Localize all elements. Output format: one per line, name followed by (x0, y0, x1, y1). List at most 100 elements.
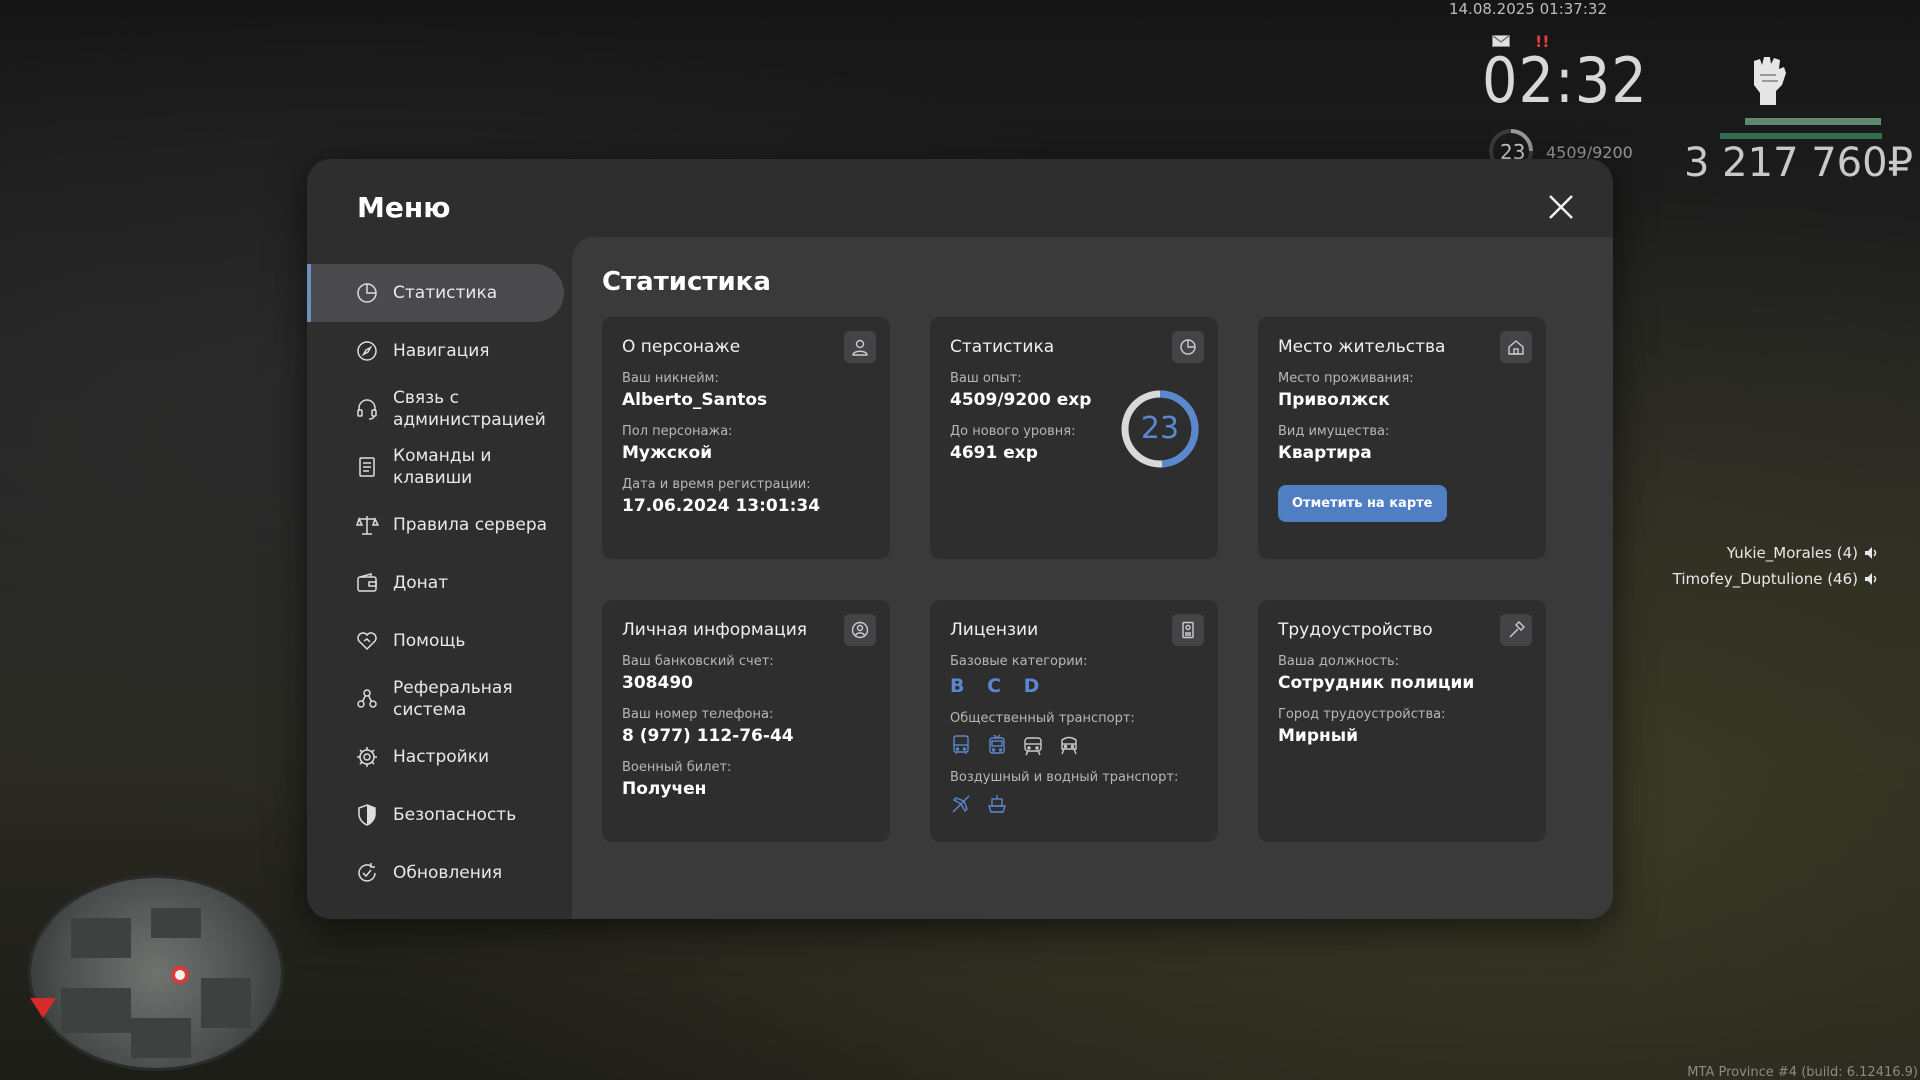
military-value: Получен (622, 779, 707, 799)
sidebar-item-navigation[interactable]: Навигация (307, 322, 572, 380)
sidebar-item-label: Статистика (393, 283, 498, 303)
user-circle-icon (851, 621, 869, 639)
trolleybus-icon (989, 734, 1005, 754)
sidebar-item-security[interactable]: Безопасность (307, 786, 572, 844)
card-title: О персонаже (622, 337, 741, 357)
air-water-transport-label: Воздушный и водный транспорт: (950, 770, 1179, 785)
player-name: Timofey_Duptulione (46) (1672, 570, 1858, 588)
chart-pie-icon (357, 283, 377, 303)
card-character: О персонаже Ваш никнейм: Alberto_Santos … (602, 317, 890, 559)
exp-label: Ваш опыт: (950, 371, 1022, 386)
card-icon-box (1172, 614, 1204, 646)
voice-player-row: Yukie_Morales (4) (1673, 540, 1880, 566)
armor-bar (1720, 133, 1882, 139)
card-personal-info: Личная информация Ваш банковский счет: 3… (602, 600, 890, 842)
wallet-icon (357, 573, 377, 592)
shield-icon (358, 804, 376, 826)
gear-icon (357, 747, 377, 767)
sidebar-item-settings[interactable]: Настройки (307, 728, 572, 786)
card-statistics: Статистика Ваш опыт: 4509/9200 exp До но… (930, 317, 1218, 559)
sidebar-item-label: Обновления (393, 863, 503, 883)
sidebar-item-label: Команды и клавиши (393, 446, 492, 488)
card-icon-box (844, 331, 876, 363)
health-bar (1745, 118, 1881, 125)
sidebar-item-label: Правила сервера (393, 515, 548, 535)
headset-icon (357, 399, 377, 420)
gender-value: Мужской (622, 443, 713, 463)
bus-icon (953, 735, 969, 754)
airplane-icon (952, 795, 970, 813)
sidebar-item-label: Реферальная система (393, 678, 513, 720)
property-label: Вид имущества: (1278, 424, 1390, 439)
hud-clock: 02:32 (1482, 44, 1648, 117)
card-residence: Место жительства Место проживания: Приво… (1258, 317, 1546, 559)
position-label: Ваша должность: (1278, 654, 1400, 669)
bank-value: 308490 (622, 673, 693, 693)
sidebar-item-label: Настройки (393, 747, 490, 767)
voice-player-row: Timofey_Duptulione (46) (1673, 566, 1880, 592)
military-label: Военный билет: (622, 760, 732, 775)
card-title: Лицензии (950, 620, 1039, 640)
chart-pie-icon (1180, 339, 1196, 355)
scales-icon (355, 516, 379, 535)
minimap (28, 875, 284, 1071)
level-number: 23 (1140, 411, 1180, 446)
nickname-label: Ваш никнейм: (622, 371, 719, 386)
mark-on-map-button[interactable]: Отметить на карте (1278, 485, 1447, 522)
sidebar-nav: Статистика Навигация Связь с администрац… (307, 264, 572, 902)
hud-money: 3 217 760₽ (1684, 140, 1914, 186)
sidebar-item-label: Донат (393, 573, 449, 593)
speaker-icon (1865, 573, 1877, 585)
sidebar-item-admin-contact[interactable]: Связь с администрацией (307, 380, 572, 438)
house-icon (1508, 340, 1524, 355)
referral-icon (357, 689, 377, 708)
player-marker-icon (171, 966, 189, 984)
gender-label: Пол персонажа: (622, 424, 733, 439)
close-icon[interactable] (1545, 191, 1577, 223)
phone-value: 8 (977) 112-76-44 (622, 726, 794, 746)
sidebar-item-statistics[interactable]: Статистика (307, 264, 564, 322)
heart-handshake-icon (357, 632, 377, 651)
card-icon-box (1500, 614, 1532, 646)
license-card-icon (1182, 621, 1194, 639)
sidebar-item-commands[interactable]: Команды и клавиши (307, 438, 572, 496)
bank-label: Ваш банковский счет: (622, 654, 774, 669)
compass-icon (357, 341, 377, 361)
card-icon-box (844, 614, 876, 646)
card-icon-box (1172, 331, 1204, 363)
sidebar-item-rules[interactable]: Правила сервера (307, 496, 572, 554)
card-icon-box (1500, 331, 1532, 363)
card-employment: Трудоустройство Ваша должность: Сотрудни… (1258, 600, 1546, 842)
sidebar-item-updates[interactable]: Обновления (307, 844, 572, 902)
boat-icon (988, 795, 1006, 813)
card-title: Трудоустройство (1278, 620, 1433, 640)
residence-label: Место проживания: (1278, 371, 1414, 386)
job-city-value: Мирный (1278, 726, 1359, 746)
document-icon (359, 457, 375, 477)
public-transport-icons (950, 734, 1198, 756)
train-icon (1061, 736, 1077, 755)
sidebar-item-help[interactable]: Помощь (307, 612, 572, 670)
sidebar-item-donate[interactable]: Донат (307, 554, 572, 612)
card-title: Место жительства (1278, 337, 1446, 357)
refresh-check-icon (358, 863, 376, 882)
menu-window: Меню Статистика Навигация Связь с админи… (307, 159, 1613, 919)
nickname-value: Alberto_Santos (622, 390, 768, 410)
tram-icon (1024, 737, 1042, 756)
fist-weapon-icon (1754, 57, 1786, 105)
registration-value: 17.06.2024 13:01:34 (622, 496, 821, 516)
sidebar-item-label: Помощь (393, 631, 466, 651)
sidebar-item-label: Навигация (393, 341, 490, 361)
base-categories-label: Базовые категории: (950, 654, 1088, 669)
card-title: Статистика (950, 337, 1055, 357)
sidebar-item-referral[interactable]: Реферальная система (307, 670, 572, 728)
property-value: Квартира (1278, 443, 1372, 463)
user-icon (852, 339, 868, 356)
server-build-label: MTA Province #4 (build: 6.12416.9) (1687, 1065, 1918, 1080)
voice-chat-list: Yukie_Morales (4) Timofey_Duptulione (46… (1673, 540, 1880, 592)
page-title: Статистика (602, 267, 771, 297)
menu-title: Меню (357, 191, 451, 224)
residence-value: Приволжск (1278, 390, 1390, 410)
hammer-icon (1509, 621, 1525, 638)
speaker-icon (1865, 547, 1877, 559)
